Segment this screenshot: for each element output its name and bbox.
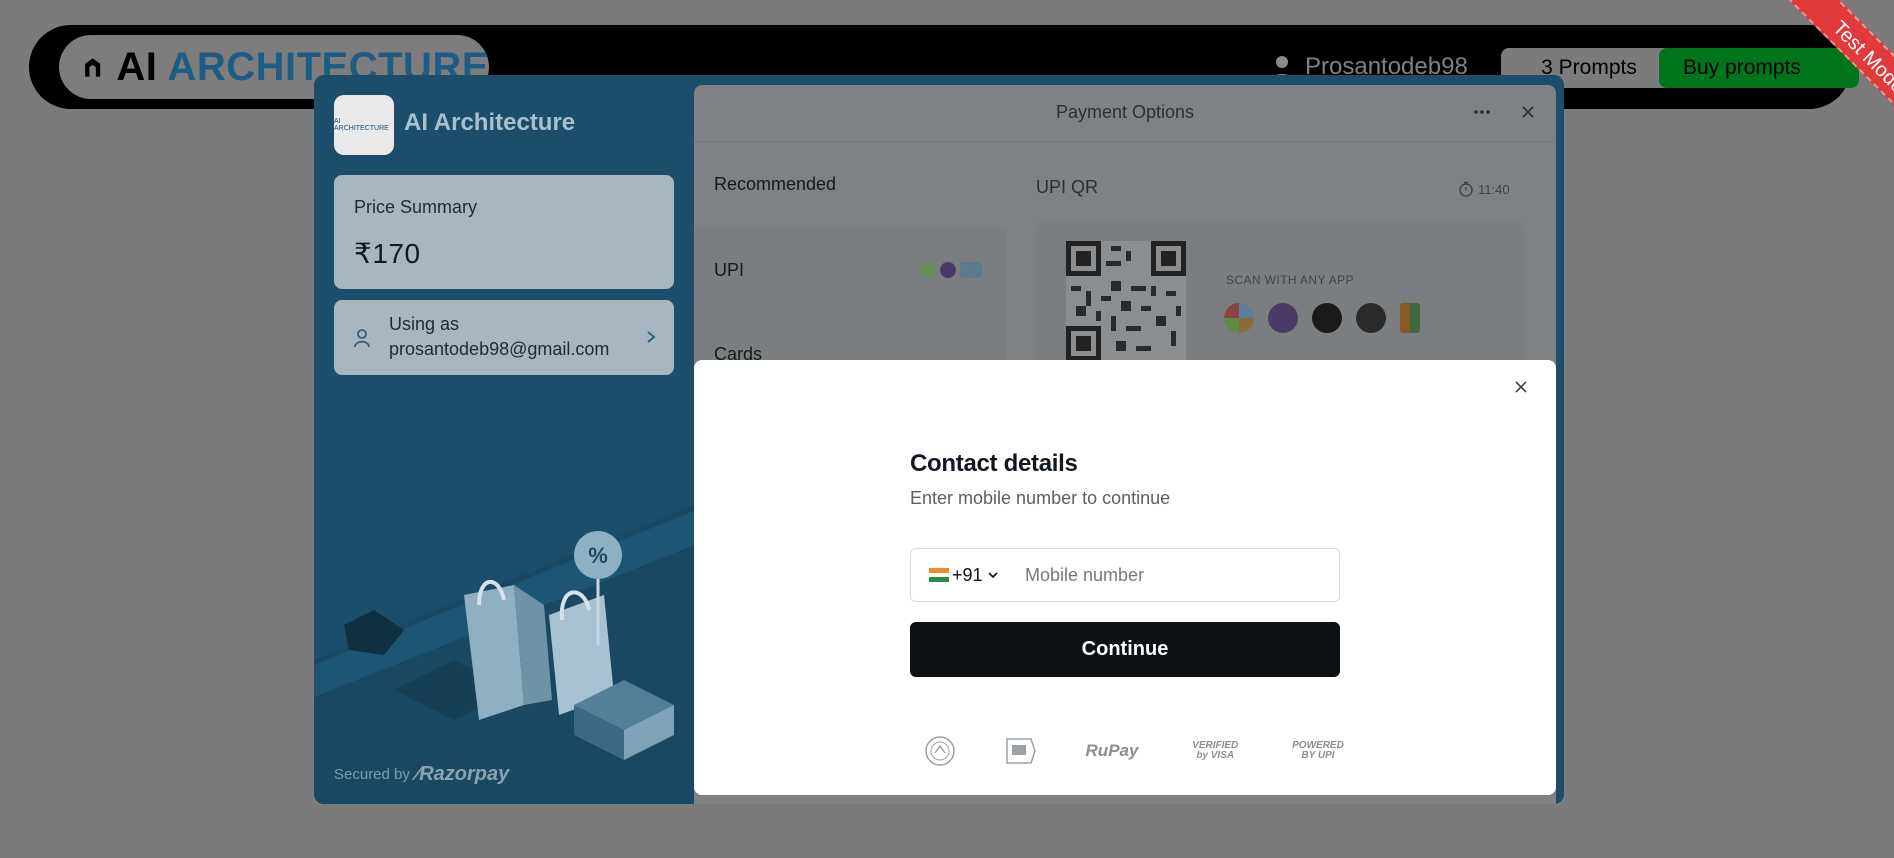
upi-app-icons bbox=[920, 262, 982, 278]
secured-by-razorpay: Secured by ⁄Razorpay bbox=[334, 763, 509, 786]
contact-details-subtitle: Enter mobile number to continue bbox=[910, 488, 1171, 508]
phone-number-field: +91 bbox=[910, 548, 1340, 602]
cred-icon bbox=[1312, 303, 1342, 333]
mobile-number-input[interactable] bbox=[1023, 548, 1339, 602]
stopwatch-icon bbox=[1459, 181, 1473, 197]
amazon-pay-icon bbox=[1356, 303, 1386, 333]
using-as-label: Using as bbox=[389, 314, 460, 334]
india-flag-icon bbox=[929, 568, 949, 583]
secured-by-label: Secured by bbox=[334, 766, 410, 783]
svg-text:%: % bbox=[588, 543, 608, 568]
merchant-logo: AI ARCHITECTURE bbox=[334, 95, 394, 155]
price-amount: ₹170 bbox=[354, 238, 421, 269]
phonepe-icon bbox=[1268, 303, 1298, 333]
contact-details-title: Contact details bbox=[910, 450, 1078, 477]
continue-button[interactable]: Continue bbox=[910, 622, 1340, 677]
method-label: Recommended bbox=[714, 174, 837, 194]
chevron-down-icon bbox=[987, 572, 998, 579]
person-icon bbox=[354, 329, 370, 348]
rbi-seal-icon bbox=[925, 736, 955, 766]
architecture-logo-icon bbox=[85, 58, 101, 77]
method-label: UPI bbox=[714, 260, 745, 280]
using-as-text: Using as prosantodeb98@gmail.com bbox=[389, 312, 609, 362]
upi-qr-title: UPI QR bbox=[1036, 177, 1099, 197]
razorpay-checkout: AI ARCHITECTURE AI Architecture Price Su… bbox=[314, 75, 1564, 804]
contact-details-modal: Contact details Enter mobile number to c… bbox=[694, 360, 1556, 795]
merchant-name: AI Architecture bbox=[404, 109, 576, 136]
checkout-summary-panel: AI ARCHITECTURE AI Architecture Price Su… bbox=[314, 75, 694, 804]
rupay-logo: RuPay bbox=[1085, 741, 1139, 760]
country-code-select[interactable]: +91 bbox=[911, 549, 1023, 601]
upi-qr-card: SCAN WITH ANY APP bbox=[1036, 221, 1524, 381]
google-pay-icon bbox=[1224, 303, 1254, 333]
bhim-icon bbox=[1400, 303, 1420, 333]
timer-value: 11:40 bbox=[1478, 181, 1510, 197]
powered-by-upi-logo: POWERED BY UPI bbox=[1292, 740, 1344, 761]
more-options-icon[interactable] bbox=[1472, 102, 1492, 122]
close-checkout-icon[interactable] bbox=[1518, 102, 1538, 122]
close-icon[interactable] bbox=[1510, 376, 1532, 398]
trust-badges: RuPay VERIFIED by VISA POWERED BY UPI bbox=[924, 733, 1344, 769]
buy-prompts-button[interactable]: Buy prompts bbox=[1659, 48, 1859, 88]
pci-dss-icon bbox=[1006, 738, 1036, 764]
shopping-illustration: % bbox=[314, 505, 694, 804]
qr-timer: 11:40 bbox=[1458, 175, 1538, 203]
price-summary-title: Price Summary bbox=[354, 197, 478, 217]
contact-form: Contact details Enter mobile number to c… bbox=[910, 450, 1340, 677]
price-summary-card: Price Summary ₹170 bbox=[334, 175, 674, 289]
scan-with-any-app-label: SCAN WITH ANY APP bbox=[1226, 273, 1354, 287]
payment-options-title: Payment Options bbox=[1055, 102, 1195, 122]
verified-by-visa-logo: VERIFIED by VISA bbox=[1192, 740, 1239, 761]
method-recommended[interactable]: Recommended bbox=[694, 142, 1007, 228]
using-as-email: prosantodeb98@gmail.com bbox=[389, 339, 610, 359]
merchant-logo-text: AI ARCHITECTURE bbox=[334, 118, 389, 132]
using-as-account[interactable]: Using as prosantodeb98@gmail.com bbox=[334, 300, 674, 375]
country-code: +91 bbox=[952, 564, 983, 585]
method-upi[interactable]: UPI bbox=[694, 228, 1007, 314]
qr-code bbox=[1066, 241, 1186, 361]
upi-app-icon-row bbox=[1224, 303, 1420, 333]
razorpay-logo: ⁄Razorpay bbox=[415, 763, 510, 785]
payment-options-header: Payment Options bbox=[694, 85, 1556, 142]
chevron-right-icon bbox=[647, 331, 656, 343]
